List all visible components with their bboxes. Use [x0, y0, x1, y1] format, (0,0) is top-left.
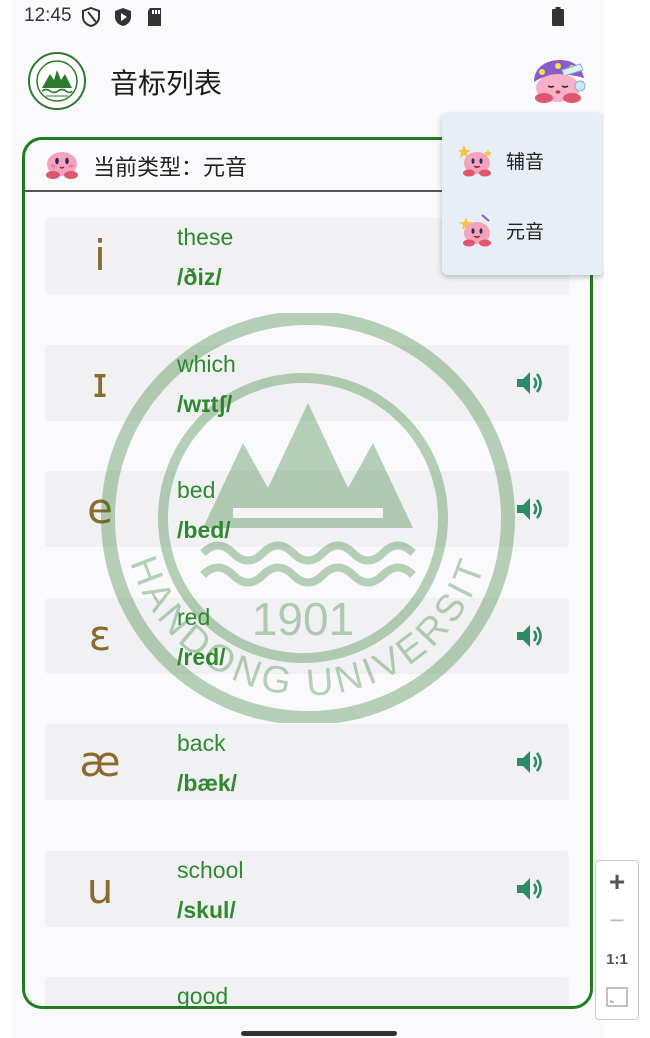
speaker-icon[interactable] — [515, 622, 545, 650]
kirby-star-icon — [459, 214, 491, 247]
app-bar: 音标列表 — [12, 44, 604, 120]
ipa-transcription: /bæk/ — [177, 770, 238, 796]
type-dropdown-menu: 辅音 元音 — [442, 113, 604, 275]
phoneme-row[interactable]: good — [45, 977, 569, 1009]
phoneme-symbol: e — [87, 484, 113, 533]
speaker-icon[interactable] — [515, 495, 545, 523]
status-bar: 12:45 — [12, 0, 604, 34]
fit-screen-icon[interactable] — [606, 987, 628, 1007]
phoneme-symbol: ɪ — [92, 358, 108, 407]
phoneme-symbol: æ — [79, 737, 121, 786]
page-title: 音标列表 — [110, 67, 223, 100]
example-word: back — [177, 730, 226, 756]
university-logo — [28, 52, 86, 110]
kirby-sleep-icon[interactable] — [528, 56, 586, 104]
zoom-in-button[interactable]: + — [596, 863, 638, 901]
example-word: these — [177, 224, 234, 250]
shield-icon — [82, 6, 100, 28]
speaker-icon[interactable] — [515, 369, 545, 397]
example-word: which — [177, 351, 236, 377]
zoom-reset-button[interactable]: 1:1 — [596, 941, 638, 979]
status-time: 12:45 — [24, 5, 72, 26]
example-word: bed — [177, 477, 216, 503]
zoom-control: + − 1:1 — [595, 860, 639, 1020]
phoneme-row[interactable]: u school /skul/ — [45, 851, 569, 927]
menu-item-vowel[interactable]: 元音 — [442, 201, 604, 261]
phoneme-symbol: i — [94, 231, 106, 280]
phoneme-list[interactable]: i these /ðiz/ ɪ which /wɪtʃ/ e bed /bed/ — [25, 192, 590, 1006]
phoneme-symbol — [45, 977, 155, 1006]
battery-icon — [552, 7, 564, 26]
current-type-label: 当前类型：元音 — [93, 156, 248, 181]
play-protect-icon — [115, 8, 131, 26]
phoneme-row[interactable]: e bed /bed/ — [45, 471, 569, 547]
ipa-transcription: /skul/ — [177, 897, 236, 923]
kirby-icon — [46, 152, 78, 179]
phoneme-row[interactable]: ɪ which /wɪtʃ/ — [45, 345, 569, 421]
menu-item-label: 元音 — [506, 221, 545, 243]
menu-item-label: 辅音 — [506, 151, 545, 173]
sd-card-icon — [148, 8, 161, 26]
kirby-star-icon — [458, 145, 492, 177]
phoneme-symbol: ɛ — [88, 611, 112, 660]
example-word: school — [177, 857, 244, 883]
example-word: good — [177, 983, 229, 1009]
phoneme-row[interactable]: ɛ red /red/ — [45, 598, 569, 674]
menu-item-consonant[interactable]: 辅音 — [442, 131, 604, 191]
phoneme-symbol: u — [86, 864, 114, 913]
speaker-icon[interactable] — [515, 875, 545, 903]
speaker-icon[interactable] — [515, 748, 545, 776]
phoneme-row[interactable]: æ back /bæk/ — [45, 724, 569, 800]
example-word: red — [177, 604, 211, 630]
ipa-transcription: /red/ — [177, 644, 226, 670]
home-indicator[interactable] — [241, 1031, 397, 1036]
zoom-out-button[interactable]: − — [596, 901, 638, 939]
ipa-transcription: /bed/ — [177, 517, 231, 543]
ipa-transcription: /ðiz/ — [177, 264, 222, 290]
app-screen: 12:45 音标列表 当前类型：元音 i these /ðiz/ ɪ which… — [12, 0, 604, 1038]
ipa-transcription: /wɪtʃ/ — [177, 391, 233, 417]
